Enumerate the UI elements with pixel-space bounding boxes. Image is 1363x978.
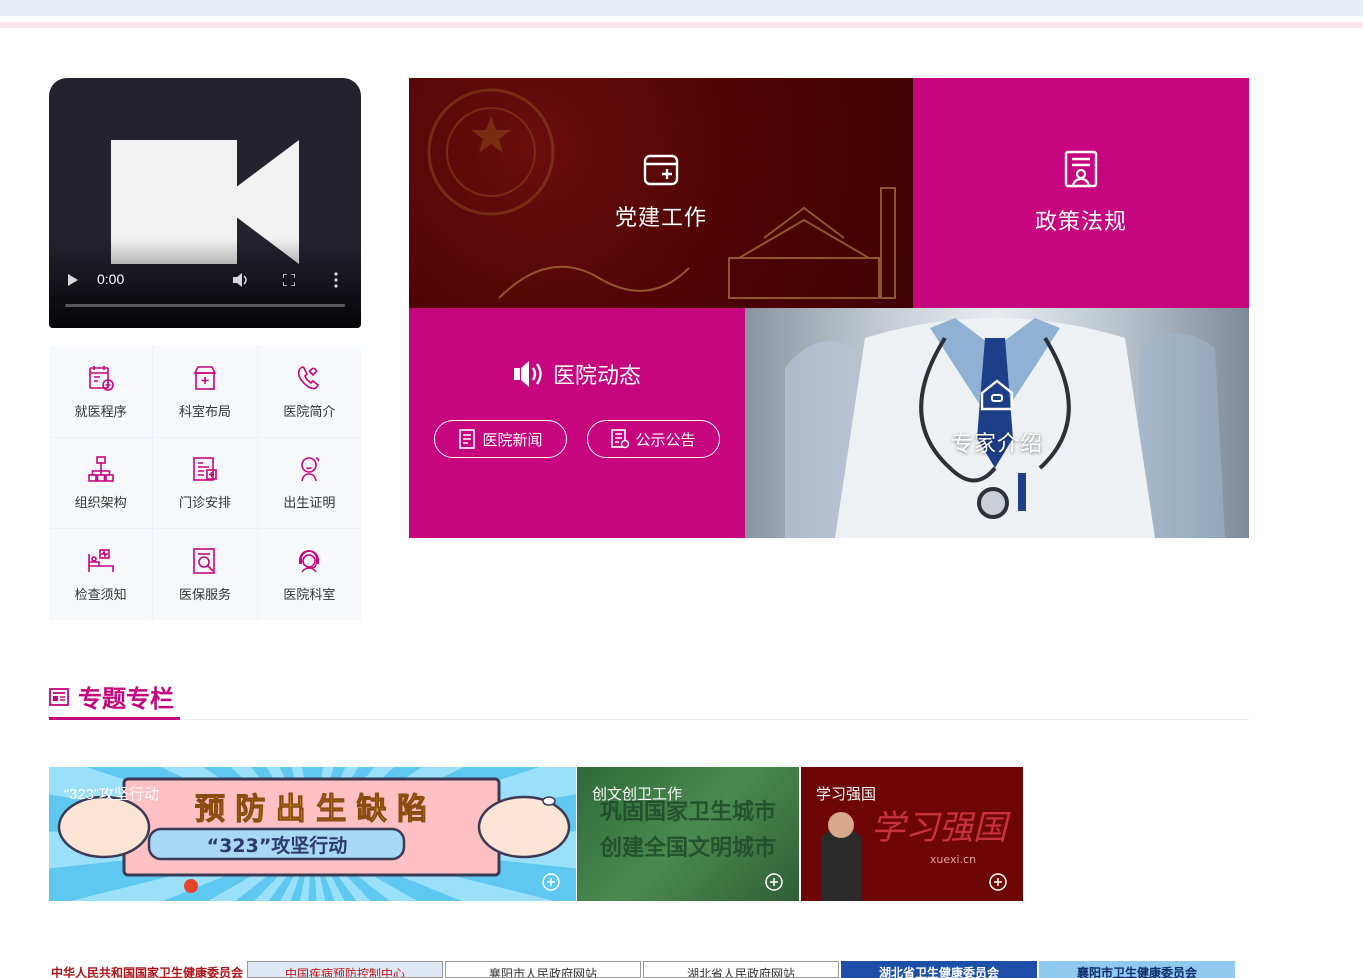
- tile-experts-title: 专家介绍: [950, 431, 1043, 456]
- quick-link-label: 医院简介: [283, 403, 336, 419]
- top-divider: [0, 22, 1363, 28]
- plus-circle-icon[interactable]: [765, 873, 783, 891]
- friendly-links-row: 中华人民共和国国家卫生健康委员会 中国疾病预防控制中心 襄阳市人民政府网站 湖北…: [49, 961, 1237, 978]
- tile-hospital-news: 医院动态 医院新闻 公示公告: [409, 308, 745, 538]
- link-hubei-health[interactable]: 湖北省卫生健康委员会: [841, 961, 1037, 978]
- quick-link-outpatient-schedule[interactable]: 门诊安排: [153, 437, 257, 529]
- tile-policy-title: 政策法规: [1034, 209, 1127, 234]
- quick-link-birth-certificate[interactable]: 出生证明: [257, 437, 361, 529]
- video-shade: [49, 238, 361, 328]
- quick-link-procedure[interactable]: 就医程序: [49, 346, 153, 437]
- insurance-search-icon: [193, 548, 215, 574]
- quick-link-exam-notice[interactable]: 检查须知: [49, 529, 153, 620]
- fullscreen-icon[interactable]: [283, 274, 295, 286]
- special-topics-header: 专题专栏: [49, 676, 1249, 720]
- plus-circle-icon[interactable]: [989, 873, 1007, 891]
- quick-link-label: 检查须知: [74, 587, 127, 603]
- news-document-icon: [459, 429, 476, 449]
- link-nhc[interactable]: 中华人民共和国国家卫生健康委员会: [49, 961, 245, 978]
- quick-link-label: 门诊安排: [178, 495, 231, 511]
- quick-link-departments[interactable]: 医院科室: [257, 529, 361, 620]
- video-progress-bar[interactable]: [65, 304, 345, 307]
- calendar-plus-icon: [88, 365, 114, 391]
- policy-document-icon: [1064, 150, 1098, 188]
- quick-link-label: 出生证明: [283, 495, 336, 511]
- special-topics-label: 专题专栏: [78, 686, 174, 713]
- banner-caption: 学习强国: [816, 786, 877, 803]
- baby-icon: [301, 457, 320, 482]
- play-icon[interactable]: [67, 274, 79, 286]
- poster-line-2: “323”攻坚行动: [207, 834, 348, 857]
- banner-caption: 创文创卫工作: [592, 786, 683, 803]
- public-notice-button[interactable]: 公示公告: [587, 420, 720, 458]
- quick-link-medical-insurance[interactable]: 医保服务: [153, 529, 257, 620]
- xuexi-logo-text: 学习强国: [871, 808, 1011, 848]
- poster-line-1: 预 防 出 生 缺 陷: [195, 792, 427, 827]
- tile-party-building[interactable]: 党建工作: [409, 78, 913, 308]
- quick-link-label: 科室布局: [178, 403, 231, 419]
- link-cdc[interactable]: 中国疾病预防控制中心: [247, 961, 443, 978]
- quick-link-label: 医院科室: [283, 587, 336, 603]
- banner-birth-defect-campaign[interactable]: 预 防 出 生 缺 陷 “323”攻坚行动 “323”攻坚行动: [49, 767, 576, 901]
- tile-policy[interactable]: 政策法规: [913, 78, 1249, 308]
- more-options-icon[interactable]: [334, 272, 338, 288]
- newspaper-icon: [49, 687, 69, 706]
- video-player[interactable]: 0:00: [49, 78, 361, 328]
- quick-link-label: 组织架构: [74, 495, 127, 511]
- quick-link-label: 就医程序: [74, 403, 127, 419]
- org-chart-icon: [87, 456, 114, 483]
- banner-civilized-city[interactable]: 巩固国家卫生城市 创建全国文明城市 创文创卫工作: [577, 767, 799, 901]
- quick-links-grid: 就医程序 科室布局 医院简介 组织架构 门诊安排 出生证明 检查须知 医保服务 …: [49, 346, 361, 620]
- top-bar: [0, 0, 1363, 16]
- quick-link-department-layout[interactable]: 科室布局: [153, 346, 257, 437]
- clinic-building-icon: [193, 366, 217, 390]
- hospital-bed-icon: [87, 549, 114, 573]
- public-notice-label: 公示公告: [635, 431, 696, 449]
- quick-link-organization[interactable]: 组织架构: [49, 437, 153, 529]
- heart-phone-icon: [298, 365, 320, 390]
- expert-house-icon: [980, 379, 1014, 411]
- party-card-icon: [643, 154, 679, 186]
- link-xiangyang-health[interactable]: 襄阳市卫生健康委员会: [1039, 961, 1235, 978]
- banner-xuexi-qiangguo[interactable]: 学习强国 xuexi.cn 学习强国: [801, 767, 1023, 901]
- special-topics-title: 专题专栏: [49, 676, 180, 720]
- doctor-headset-icon: [299, 550, 320, 573]
- tile-news-title[interactable]: 医院动态: [553, 358, 641, 390]
- volume-icon[interactable]: [233, 273, 249, 287]
- doctor-illustration: [785, 318, 1225, 538]
- notice-document-icon: [611, 429, 630, 449]
- banner-caption: “323”攻坚行动: [64, 786, 160, 803]
- quick-link-hospital-intro[interactable]: 医院简介: [257, 346, 361, 437]
- tile-experts[interactable]: 专家介绍: [745, 308, 1249, 538]
- video-time: 0:00: [97, 271, 125, 287]
- link-hubei-gov[interactable]: 湖北省人民政府网站: [643, 961, 839, 978]
- quick-link-label: 医保服务: [178, 587, 231, 603]
- speaker-icon[interactable]: [513, 359, 549, 389]
- plus-circle-icon[interactable]: [542, 873, 560, 891]
- tiananmen-graphic: [498, 187, 896, 299]
- hospital-news-button[interactable]: 医院新闻: [434, 420, 567, 458]
- schedule-list-icon: [193, 457, 217, 482]
- tile-party-title: 党建工作: [614, 205, 707, 230]
- link-xiangyang-gov[interactable]: 襄阳市人民政府网站: [445, 961, 641, 978]
- hospital-news-label: 医院新闻: [482, 431, 543, 449]
- xuexi-url: xuexi.cn: [930, 853, 976, 866]
- city-line-2: 创建全国文明城市: [599, 835, 776, 861]
